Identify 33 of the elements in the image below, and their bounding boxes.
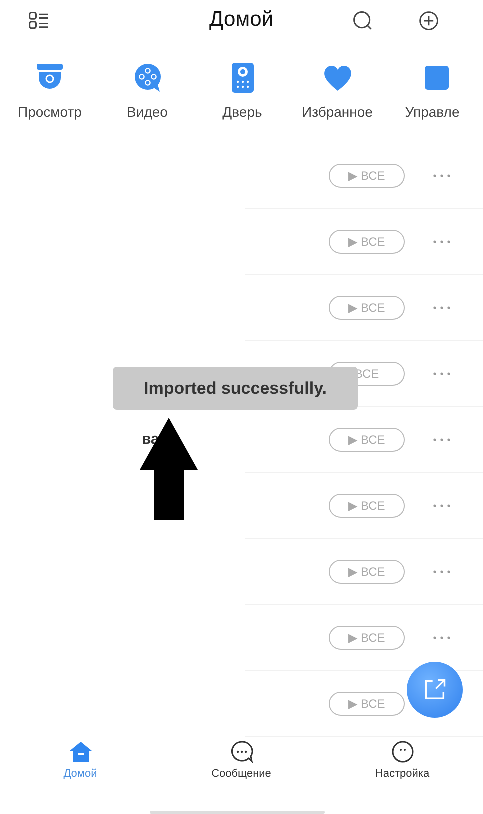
more-icon[interactable] (432, 636, 452, 640)
shortcut-label[interactable]: Видео (127, 104, 168, 120)
play-all-button[interactable]: ▶ ВСЕ (329, 296, 405, 320)
shortcut-label[interactable]: Дверь (222, 104, 262, 120)
play-all-button[interactable]: ▶ ВСЕ (329, 626, 405, 650)
play-all-button[interactable]: ▶ ВСЕ (329, 560, 405, 584)
page-title: Домой (210, 8, 274, 32)
search-icon[interactable] (352, 10, 374, 32)
play-all-button[interactable]: ▶ ВСЕ (329, 164, 405, 188)
play-all-button[interactable]: ▶ ВСЕ (329, 230, 405, 254)
more-icon[interactable] (432, 438, 452, 442)
arrow-icon (140, 418, 198, 520)
more-icon[interactable] (432, 504, 452, 508)
shortcut-label[interactable]: Просмотр (18, 104, 82, 120)
more-icon[interactable] (432, 306, 452, 310)
message-icon (230, 740, 254, 764)
play-all-button[interactable]: ▶ ВСЕ (329, 692, 405, 716)
add-icon[interactable] (418, 10, 440, 32)
home-icon (68, 740, 92, 764)
more-icon[interactable] (432, 372, 452, 376)
play-all-button[interactable]: ▶ ВСЕ (329, 494, 405, 518)
menu-icon[interactable] (28, 10, 50, 32)
import-toast: Imported successfully. (113, 367, 358, 410)
more-icon[interactable] (432, 240, 452, 244)
more-icon[interactable] (432, 570, 452, 574)
tab[interactable]: Домой (0, 740, 161, 780)
shortcut-label[interactable]: Избранное (302, 104, 373, 120)
more-icon[interactable] (432, 174, 452, 178)
tab[interactable]: Настройка (322, 740, 483, 780)
tab[interactable]: Сообщение (161, 740, 322, 780)
play-all-button[interactable]: ▶ ВСЕ (329, 428, 405, 452)
settings-icon (390, 740, 414, 764)
shortcut-label[interactable]: Управле (405, 104, 460, 120)
